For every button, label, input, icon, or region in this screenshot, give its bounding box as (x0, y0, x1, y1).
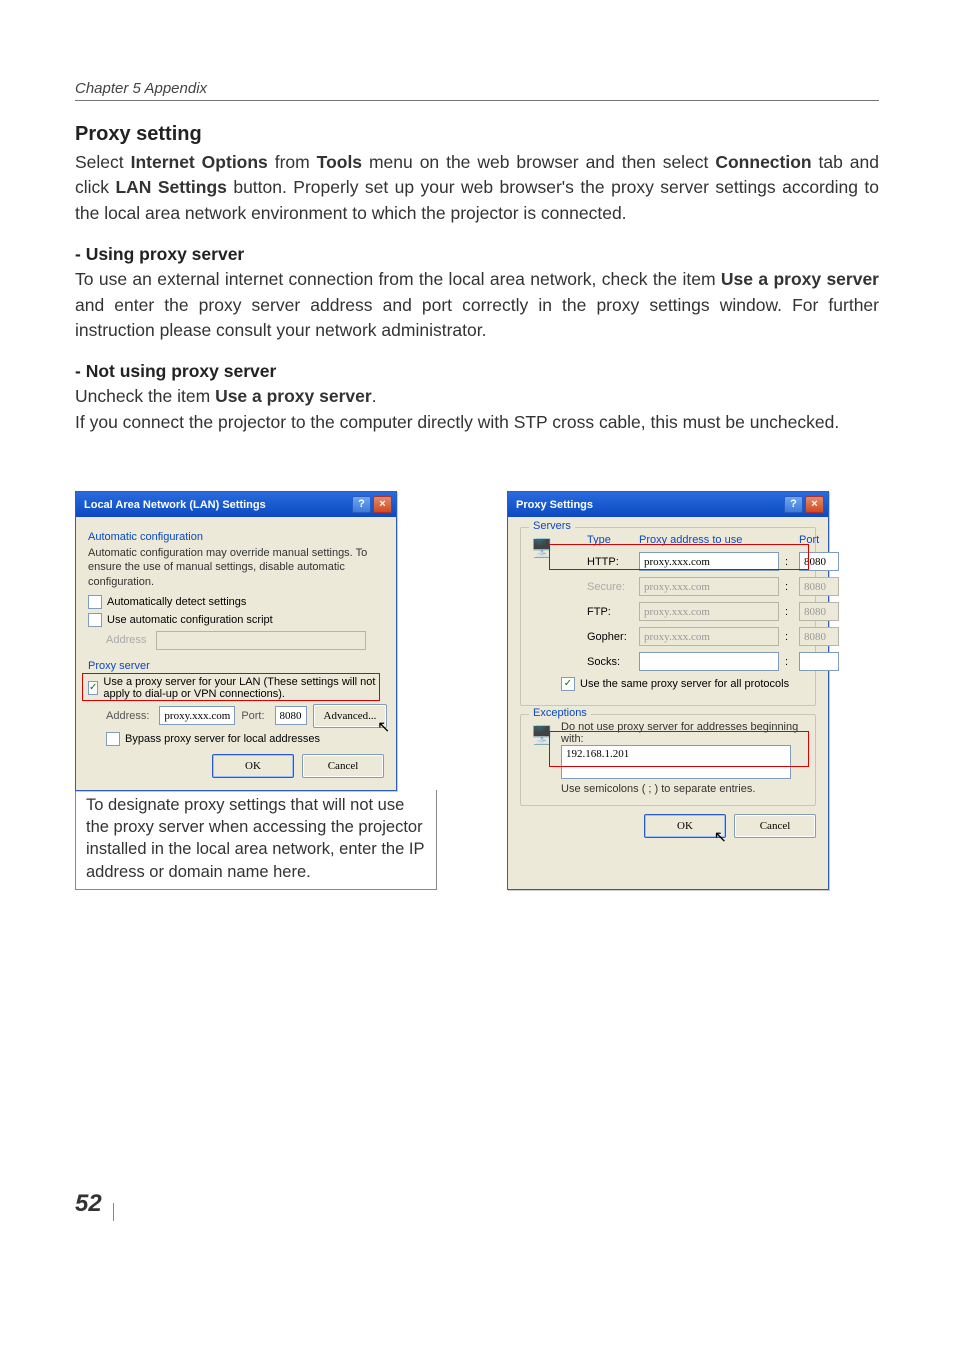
checkbox-icon[interactable] (88, 595, 102, 609)
advanced-button[interactable]: Advanced... ↖ (313, 704, 388, 728)
text: menu on the web browser and then select (362, 152, 715, 172)
http-address-input[interactable]: proxy.xxx.com (639, 552, 779, 571)
chk-auto-script-label: Use automatic configuration script (107, 614, 273, 626)
ftp-address-input: proxy.xxx.com (639, 602, 779, 621)
col-port: Port (799, 534, 837, 546)
proxy-titlebar: Proxy Settings ? × (508, 492, 828, 517)
chapter-header: Chapter 5 Appendix (75, 80, 879, 101)
notusing-paragraph-2: If you connect the projector to the comp… (75, 410, 879, 435)
screenshots-row: Local Area Network (LAN) Settings ? × Au… (75, 491, 879, 890)
intro-paragraph: Select Internet Options from Tools menu … (75, 150, 879, 226)
socks-address-input[interactable] (639, 652, 779, 671)
checkbox-icon[interactable] (88, 613, 102, 627)
chk-auto-script-row[interactable]: Use automatic configuration script (88, 613, 384, 627)
bold: Use a proxy server (215, 386, 372, 406)
help-icon[interactable]: ? (784, 496, 803, 513)
col-type: Type (587, 534, 633, 546)
servers-icon: 🖥️ (531, 534, 553, 562)
bold: LAN Settings (115, 177, 226, 197)
text: Uncheck the item (75, 386, 215, 406)
proxy-settings-dialog: Proxy Settings ? × 🖥️ Type Proxy addr (507, 491, 829, 890)
chk-bypass-row[interactable]: Bypass proxy server for local addresses (106, 732, 384, 746)
proxy-title: Proxy Settings (516, 499, 593, 511)
group-proxy-label: Proxy server (88, 660, 384, 672)
ok-button[interactable]: OK (212, 754, 294, 778)
port-label: Port: (241, 710, 264, 722)
row-ftp-label: FTP: (587, 606, 633, 618)
notusing-paragraph-1: Uncheck the item Use a proxy server. (75, 384, 879, 409)
bold: Connection (715, 152, 811, 172)
section-title: Proxy setting (75, 123, 879, 146)
exceptions-group: 🖥️ Do not use proxy server for addresses… (520, 714, 816, 806)
row-gopher-label: Gopher: (587, 631, 633, 643)
checkbox-icon[interactable] (106, 732, 120, 746)
text: and enter the proxy server address and p… (75, 295, 879, 340)
col-addr: Proxy address to use (639, 534, 779, 546)
sub-title-notusing: - Not using proxy server (75, 361, 879, 382)
colon: : (785, 656, 793, 668)
group-autoconfig-desc: Automatic configuration may override man… (88, 546, 384, 589)
http-port-input[interactable]: 8080 (799, 552, 839, 571)
lan-title: Local Area Network (LAN) Settings (84, 499, 266, 511)
secure-address-input: proxy.xxx.com (639, 577, 779, 596)
exceptions-hint: Use semicolons ( ; ) to separate entries… (561, 783, 805, 795)
checkbox-icon[interactable] (561, 677, 575, 691)
close-icon[interactable]: × (373, 496, 392, 513)
checkbox-icon[interactable] (88, 681, 98, 695)
address-input-disabled (156, 631, 366, 650)
servers-group: 🖥️ Type Proxy address to use Port HTTP: (520, 527, 816, 706)
address-label: Address: (106, 710, 149, 722)
gopher-port-input: 8080 (799, 627, 839, 646)
using-paragraph: To use an external internet connection f… (75, 267, 879, 343)
chk-auto-detect-label: Automatically detect settings (107, 596, 246, 608)
row-socks-label: Socks: (587, 656, 633, 668)
ok-label: OK (677, 820, 693, 832)
group-autoconfig-label: Automatic configuration (88, 531, 384, 543)
chk-use-proxy-row[interactable]: Use a proxy server for your LAN (These s… (88, 676, 384, 700)
ftp-port-input: 8080 (799, 602, 839, 621)
colon: : (785, 631, 793, 643)
lan-settings-dialog: Local Area Network (LAN) Settings ? × Au… (75, 491, 397, 791)
close-icon[interactable]: × (805, 496, 824, 513)
chk-auto-detect-row[interactable]: Automatically detect settings (88, 595, 384, 609)
bold: Use a proxy server (721, 269, 879, 289)
help-icon[interactable]: ? (352, 496, 371, 513)
lan-note-text: To designate proxy settings that will no… (86, 794, 426, 883)
text: To use an external internet connection f… (75, 269, 721, 289)
row-secure-label: Secure: (587, 581, 633, 593)
bold: Tools (317, 152, 362, 172)
address-label-disabled: Address (106, 634, 146, 646)
text: from (268, 152, 317, 172)
proxy-port-input[interactable]: 8080 (275, 706, 307, 725)
secure-port-input: 8080 (799, 577, 839, 596)
socks-port-input[interactable] (799, 652, 839, 671)
advanced-label: Advanced... (324, 710, 377, 722)
colon: : (785, 606, 793, 618)
colon: : (785, 556, 793, 568)
bold: Internet Options (131, 152, 268, 172)
sub-title-using: - Using proxy server (75, 244, 879, 265)
lan-titlebar: Local Area Network (LAN) Settings ? × (76, 492, 396, 517)
exceptions-desc: Do not use proxy server for addresses be… (561, 721, 805, 745)
colon: : (785, 581, 793, 593)
chk-bypass-label: Bypass proxy server for local addresses (125, 733, 320, 745)
chk-same-label: Use the same proxy server for all protoc… (580, 678, 789, 690)
cancel-button[interactable]: Cancel (302, 754, 384, 778)
proxy-address-input[interactable]: proxy.xxx.com (159, 706, 235, 725)
cursor-icon: ↖ (714, 827, 727, 847)
gopher-address-input: proxy.xxx.com (639, 627, 779, 646)
row-http-label: HTTP: (587, 556, 633, 568)
text: . (372, 386, 377, 406)
page-number: 52 (75, 1190, 879, 1218)
chk-use-proxy-label: Use a proxy server for your LAN (These s… (103, 676, 384, 700)
ok-button[interactable]: OK ↖ (644, 814, 726, 838)
cancel-button[interactable]: Cancel (734, 814, 816, 838)
chk-same-row[interactable]: Use the same proxy server for all protoc… (561, 677, 837, 691)
exceptions-input[interactable]: 192.168.1.201 (561, 745, 791, 779)
text: Select (75, 152, 131, 172)
exceptions-icon: 🖥️ (531, 721, 553, 749)
